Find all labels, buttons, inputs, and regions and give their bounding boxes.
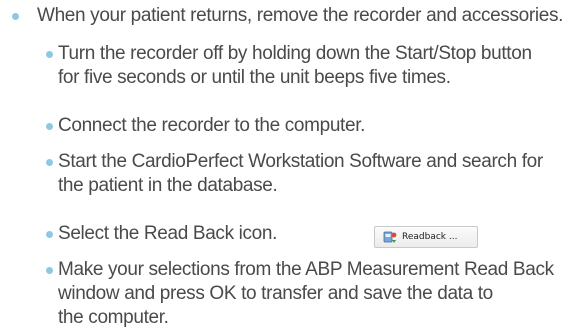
main-instruction-text: When your patient returns, remove the re… <box>37 5 564 26</box>
step-start-software: Start the CardioPerfect Workstation Soft… <box>46 150 573 198</box>
bullet-dot <box>46 231 53 238</box>
step-connect: Connect the recorder to the computer. <box>46 114 573 138</box>
readback-button[interactable]: Readback ... <box>374 226 478 248</box>
step-turn-off: Turn the recorder off by holding down th… <box>46 42 573 90</box>
step-text-line: Make your selections from the ABP Measur… <box>58 259 554 280</box>
bullet-dot <box>46 123 53 130</box>
step-make-selections: Make your selections from the ABP Measur… <box>46 258 573 330</box>
readback-button-label: Readback ... <box>402 231 458 242</box>
step-text-line: Turn the recorder off by holding down th… <box>58 43 532 64</box>
bullet-dot <box>12 13 19 20</box>
step-text-line: the patient in the database. <box>58 175 278 196</box>
step-text-line: the computer. <box>58 307 169 328</box>
step-select-readback: Select the Read Back icon. Readback ... <box>46 222 573 248</box>
instruction-document: When your patient returns, remove the re… <box>0 0 577 332</box>
bullet-dot <box>46 51 53 58</box>
step-text-line: Connect the recorder to the computer. <box>58 115 366 136</box>
main-instruction: When your patient returns, remove the re… <box>12 4 564 28</box>
step-text-line: for five seconds or until the unit beeps… <box>58 67 451 88</box>
step-text-line: window and press OK to transfer and save… <box>58 283 493 304</box>
step-text-line: Start the CardioPerfect Workstation Soft… <box>58 151 543 172</box>
bullet-dot <box>46 267 53 274</box>
readback-icon <box>383 231 397 243</box>
bullet-dot <box>46 159 53 166</box>
step-text-line: Select the Read Back icon. <box>58 223 278 244</box>
